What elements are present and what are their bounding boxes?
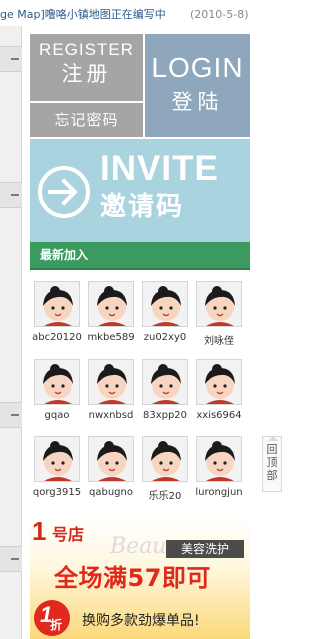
member-name[interactable]: 刘咏侄 <box>187 332 251 347</box>
news-date: (2010-5-8) <box>190 8 249 21</box>
member-item[interactable]: 83xpp20 <box>139 359 191 431</box>
member-item[interactable]: gqao <box>31 359 83 431</box>
member-avatar[interactable] <box>34 436 80 482</box>
login-label-cn: 登陆 <box>171 90 224 114</box>
member-item[interactable]: qorg3915 <box>31 436 83 508</box>
register-label-en: REGISTER <box>39 40 134 59</box>
ad-watermark: Beau <box>110 534 167 559</box>
collapse-bar[interactable] <box>0 182 22 208</box>
invite-label-cn: 邀请码 <box>100 192 185 222</box>
ad-headline: 全场满57即可 <box>54 564 211 592</box>
member-item[interactable]: xxis6964 <box>193 359 245 431</box>
collapse-bar[interactable] <box>0 546 22 572</box>
member-item[interactable]: mkbe589 <box>85 281 137 353</box>
minus-icon <box>11 414 19 416</box>
collapse-bar[interactable] <box>0 46 22 72</box>
member-item[interactable]: lurongjun <box>193 436 245 508</box>
member-item[interactable]: 刘咏侄 <box>193 281 245 353</box>
login-label-en: LOGIN <box>151 52 244 83</box>
minus-icon <box>11 558 19 560</box>
news-headline-row[interactable]: ge Map]噜咯小镇地图正在编写中 (2010-5-8) <box>0 6 260 24</box>
ad-discount-unit: 折 <box>50 618 63 632</box>
register-button[interactable]: REGISTER 注册 <box>30 34 143 101</box>
invite-label-en: INVITE <box>100 149 219 188</box>
register-label-cn: 注册 <box>61 62 112 86</box>
ad-category-badge: 美容洗护 <box>166 540 244 558</box>
member-item[interactable]: 乐乐20 <box>139 436 191 508</box>
member-item[interactable]: zu02xy0 <box>139 281 191 353</box>
forgot-password-button[interactable]: 忘记密码 <box>30 103 143 137</box>
member-avatar[interactable] <box>196 281 242 327</box>
member-avatar[interactable] <box>142 281 188 327</box>
up-arrow-icon <box>268 436 278 441</box>
news-headline-link[interactable]: ge Map]噜咯小镇地图正在编写中 <box>0 8 166 21</box>
collapse-bar[interactable] <box>0 402 22 428</box>
ad-logo-number: 1 <box>32 516 47 546</box>
ad-discount-circle: 1 折 <box>34 600 70 636</box>
member-name[interactable]: xxis6964 <box>187 410 251 421</box>
login-button[interactable]: LOGIN 登陆 <box>145 34 250 137</box>
minus-icon <box>11 58 19 60</box>
member-item[interactable]: qabugno <box>85 436 137 508</box>
member-item[interactable]: abc20120 <box>31 281 83 353</box>
member-avatar[interactable] <box>34 281 80 327</box>
member-name[interactable]: lurongjun <box>187 487 251 498</box>
member-avatar[interactable] <box>88 359 134 405</box>
arrow-right-icon <box>38 166 90 218</box>
minus-icon <box>11 194 19 196</box>
member-avatar[interactable] <box>196 436 242 482</box>
back-to-top-button[interactable]: 回顶部 <box>262 436 282 492</box>
member-avatar[interactable] <box>88 436 134 482</box>
ad-logo-text: 号店 <box>52 525 85 544</box>
back-to-top-label: 回顶部 <box>266 443 278 482</box>
member-item[interactable]: nwxnbsd <box>85 359 137 431</box>
member-avatar[interactable] <box>142 359 188 405</box>
member-avatar[interactable] <box>88 281 134 327</box>
invite-code-button[interactable]: INVITE 邀请码 <box>30 139 250 242</box>
member-avatar[interactable] <box>34 359 80 405</box>
member-avatar[interactable] <box>196 359 242 405</box>
newest-members-header: 最新加入 <box>30 242 250 270</box>
left-column <box>0 26 22 639</box>
member-avatar[interactable] <box>142 436 188 482</box>
ad-subline: 换购多款劲爆单品! <box>82 613 200 629</box>
ad-banner[interactable]: 1 号店 Beau 美容洗护 全场满57即可 1 折 换购多款劲爆单品! <box>30 516 250 639</box>
